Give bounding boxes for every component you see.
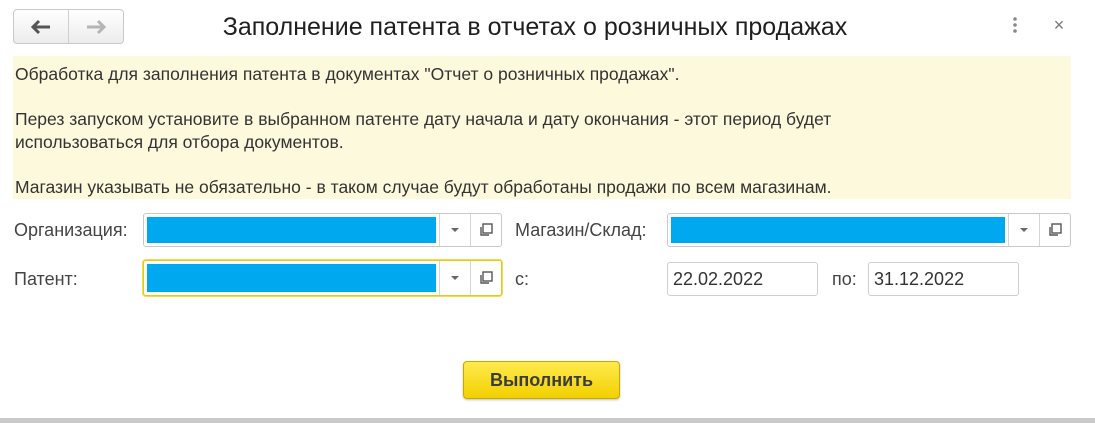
forward-button[interactable] (68, 10, 123, 43)
more-vertical-icon (1013, 17, 1017, 33)
info-panel: Обработка для заполнения патента в докум… (13, 56, 1071, 199)
info-text-1: Обработка для заполнения патента в докум… (15, 64, 680, 84)
patent-value[interactable] (147, 264, 436, 292)
store-label: Магазин/Склад: (515, 220, 647, 240)
open-window-icon (1049, 223, 1062, 236)
info-text-2: Перез запуском установите в выбранном па… (15, 109, 832, 129)
organization-open-button[interactable] (470, 214, 501, 246)
store-field[interactable] (667, 213, 1071, 247)
arrow-right-icon (87, 19, 107, 34)
date-from-label: с: (515, 269, 530, 289)
store-dropdown-button[interactable] (1008, 214, 1039, 246)
store-value[interactable] (671, 217, 1005, 243)
info-text-3: использоваться для отбора документов. (15, 131, 344, 152)
organization-dropdown-button[interactable] (439, 214, 470, 246)
window-title: Заполнение патента в отчетах о розничных… (222, 13, 848, 41)
run-button[interactable]: Выполнить (463, 361, 620, 399)
close-icon: × (1053, 14, 1065, 35)
more-menu-button[interactable] (1004, 14, 1026, 36)
chevron-down-icon (451, 276, 459, 280)
organization-field[interactable] (143, 213, 502, 247)
arrow-left-icon (30, 19, 50, 34)
patent-dropdown-button[interactable] (439, 261, 470, 295)
open-window-icon (480, 223, 493, 236)
chevron-down-icon (1020, 228, 1028, 232)
date-from-field[interactable]: 22.02.2022 (667, 262, 818, 296)
patent-open-button[interactable] (470, 261, 501, 295)
back-button[interactable] (14, 10, 68, 43)
patent-label: Патент: (14, 269, 78, 289)
info-text-4: Магазин указывать не обязательно - в так… (15, 176, 832, 197)
patent-field[interactable] (143, 260, 502, 296)
date-to-field[interactable]: 31.12.2022 (868, 262, 1019, 296)
navigation-buttons (13, 9, 124, 44)
store-open-button[interactable] (1039, 214, 1070, 246)
bottom-divider (0, 418, 1095, 423)
close-button[interactable]: × (1048, 14, 1070, 36)
open-window-icon (480, 271, 493, 284)
organization-value[interactable] (147, 217, 436, 243)
date-to-label: по: (832, 269, 857, 289)
chevron-down-icon (451, 228, 459, 232)
organization-label: Организация: (14, 220, 128, 240)
